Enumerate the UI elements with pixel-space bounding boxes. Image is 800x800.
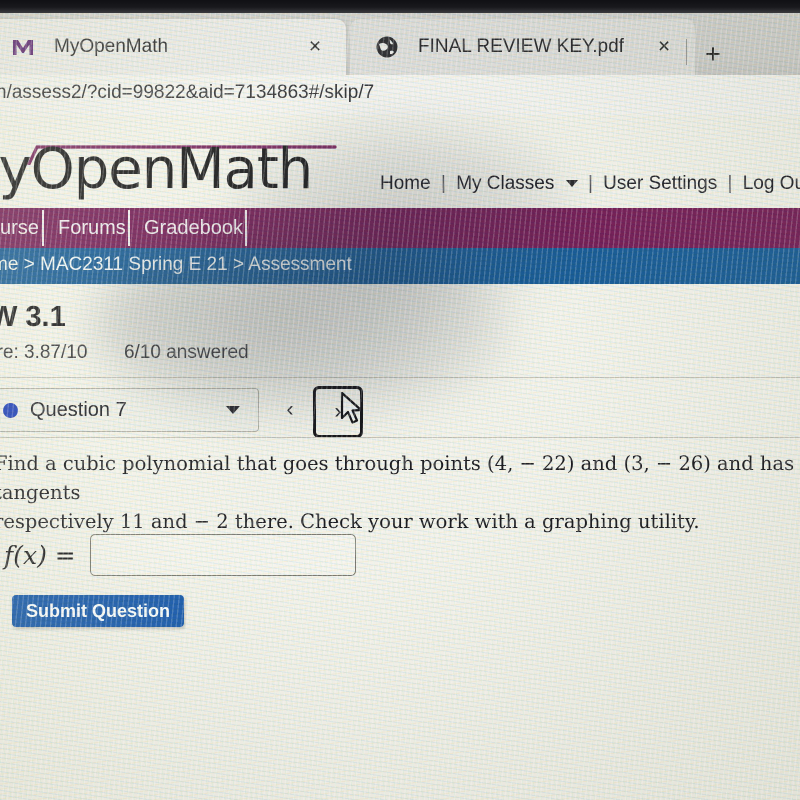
site-nav: Home | My Classes | User Settings | Log … xyxy=(380,173,800,195)
mouse-cursor-icon xyxy=(340,392,363,424)
monitor-bezel xyxy=(0,0,800,13)
submit-question-button[interactable]: Submit Question xyxy=(12,595,184,627)
nav-user-settings[interactable]: User Settings xyxy=(603,173,717,194)
nav-separator: | xyxy=(727,173,733,194)
menu-item-gradebook[interactable]: Gradebook xyxy=(130,208,257,248)
menu-divider xyxy=(245,210,247,246)
browser-url-bar[interactable]: h/assess2/?cid=99822&aid=7134863#/skip/7 xyxy=(0,75,800,115)
course-menu-bar: urse Forums Gradebook xyxy=(0,208,800,248)
screenshot-root: MyOpenMath × FINAL REVIEW KEY.pdf × + h/… xyxy=(0,0,800,800)
chevron-down-icon[interactable] xyxy=(226,406,240,414)
tab-divider xyxy=(686,39,687,65)
question-line-1: Find a cubic polynomial that goes throug… xyxy=(0,452,795,504)
browser-tab-title: MyOpenMath xyxy=(54,36,169,57)
answer-label: f(x) = xyxy=(4,540,76,570)
browser-tab-myopenmath[interactable]: MyOpenMath × xyxy=(0,19,346,75)
question-navigation: Question 7 ‹ › xyxy=(0,383,800,438)
new-tab-button[interactable]: + xyxy=(700,41,726,69)
site-header: hyOpenMath Home | My Classes | User Sett… xyxy=(0,123,800,213)
browser-tab-final-review-key[interactable]: FINAL REVIEW KEY.pdf × xyxy=(350,19,695,75)
nav-separator: | xyxy=(440,173,446,194)
nav-log-out[interactable]: Log Out xyxy=(743,173,800,194)
answer-row: f(x) = xyxy=(0,530,800,580)
score-value: ore: 3.87/10 xyxy=(0,342,88,363)
answer-input[interactable] xyxy=(89,534,356,576)
divider-top xyxy=(0,377,800,378)
m-logo-icon xyxy=(8,32,38,62)
nav-separator: | xyxy=(587,173,593,194)
divider-mid xyxy=(0,437,800,438)
chevron-down-icon[interactable] xyxy=(565,180,578,187)
globe-icon xyxy=(372,32,402,62)
page-title: W 3.1 xyxy=(0,301,66,333)
close-icon[interactable]: × xyxy=(300,32,330,62)
breadcrumb-text[interactable]: me > MAC2311 Spring E 21 > Assessment xyxy=(0,254,352,276)
answered-count: 6/10 answered xyxy=(123,342,249,363)
nav-home[interactable]: Home xyxy=(380,173,431,194)
menu-item-forums[interactable]: Forums xyxy=(44,208,140,248)
browser-tab-title: FINAL REVIEW KEY.pdf xyxy=(418,36,624,57)
nav-my-classes[interactable]: My Classes xyxy=(456,173,554,194)
score-status: ore: 3.87/10 6/10 answered xyxy=(0,342,249,364)
prev-question-button[interactable]: ‹ xyxy=(268,387,312,433)
site-logo[interactable]: hyOpenMath xyxy=(0,137,313,202)
question-text: Find a cubic polynomial that goes throug… xyxy=(0,449,800,536)
close-icon[interactable]: × xyxy=(649,32,679,62)
breadcrumb: me > MAC2311 Spring E 21 > Assessment xyxy=(0,248,800,284)
page-content: hyOpenMath Home | My Classes | User Sett… xyxy=(0,115,800,800)
url-text: h/assess2/?cid=99822&aid=7134863#/skip/7 xyxy=(0,82,375,103)
browser-tab-strip: MyOpenMath × FINAL REVIEW KEY.pdf × + xyxy=(0,13,800,75)
question-select[interactable]: Question 7 xyxy=(0,388,259,432)
question-select-label: Question 7 xyxy=(30,398,127,421)
status-dot-icon xyxy=(3,402,18,418)
